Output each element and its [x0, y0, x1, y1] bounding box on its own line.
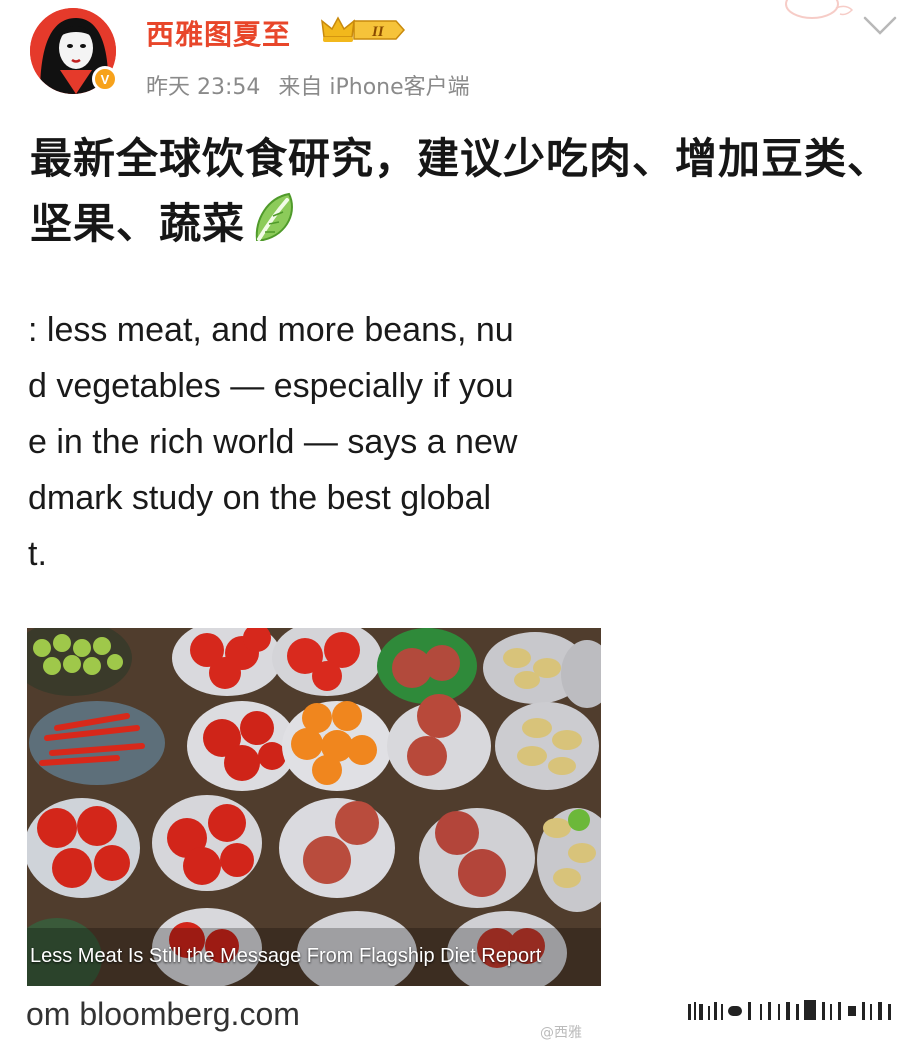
post-meta: 昨天 23:54 来自 iPhone客户端	[146, 69, 488, 101]
article-caption: Less Meat Is Still the Message From Flag…	[30, 945, 542, 967]
quote-line: d vegetables — especially if you	[28, 367, 514, 405]
verified-badge: V	[92, 66, 118, 92]
stamp-icon	[780, 0, 860, 34]
username[interactable]: 西雅图夏至	[146, 13, 291, 53]
watermark: @西雅	[540, 1025, 582, 1041]
post-title: 最新全球饮食研究，建议少吃肉、增加豆类、坚果、蔬菜	[30, 128, 890, 261]
level-crown-badge[interactable]: II	[320, 15, 406, 49]
post-time: 昨天 23:54	[146, 75, 261, 100]
article-quote-excerpt: : less meat, and more beans, nu d vegeta…	[28, 302, 600, 592]
barcode-artifact-icon	[688, 998, 898, 1028]
level-badge-text: II	[371, 24, 385, 40]
leafy-green-icon	[249, 190, 299, 261]
quote-line: e in the rich world — says a new	[28, 423, 518, 461]
post-header: V 西雅图夏至 II 昨天 23:54 来自 iPhone客户端	[0, 0, 917, 110]
post-source: 来自 iPhone客户端	[278, 75, 470, 100]
quote-line: : less meat, and more beans, nu	[28, 311, 514, 349]
chevron-down-icon[interactable]	[862, 14, 898, 42]
post-title-text: 最新全球饮食研究，建议少吃肉、增加豆类、坚果、蔬菜	[30, 134, 891, 248]
quote-line: t.	[28, 535, 47, 573]
quote-line: dmark study on the best global	[28, 479, 492, 517]
article-source-link[interactable]: om bloomberg.com	[26, 996, 300, 1033]
article-image[interactable]: Less Meat Is Still the Message From Flag…	[27, 628, 601, 986]
